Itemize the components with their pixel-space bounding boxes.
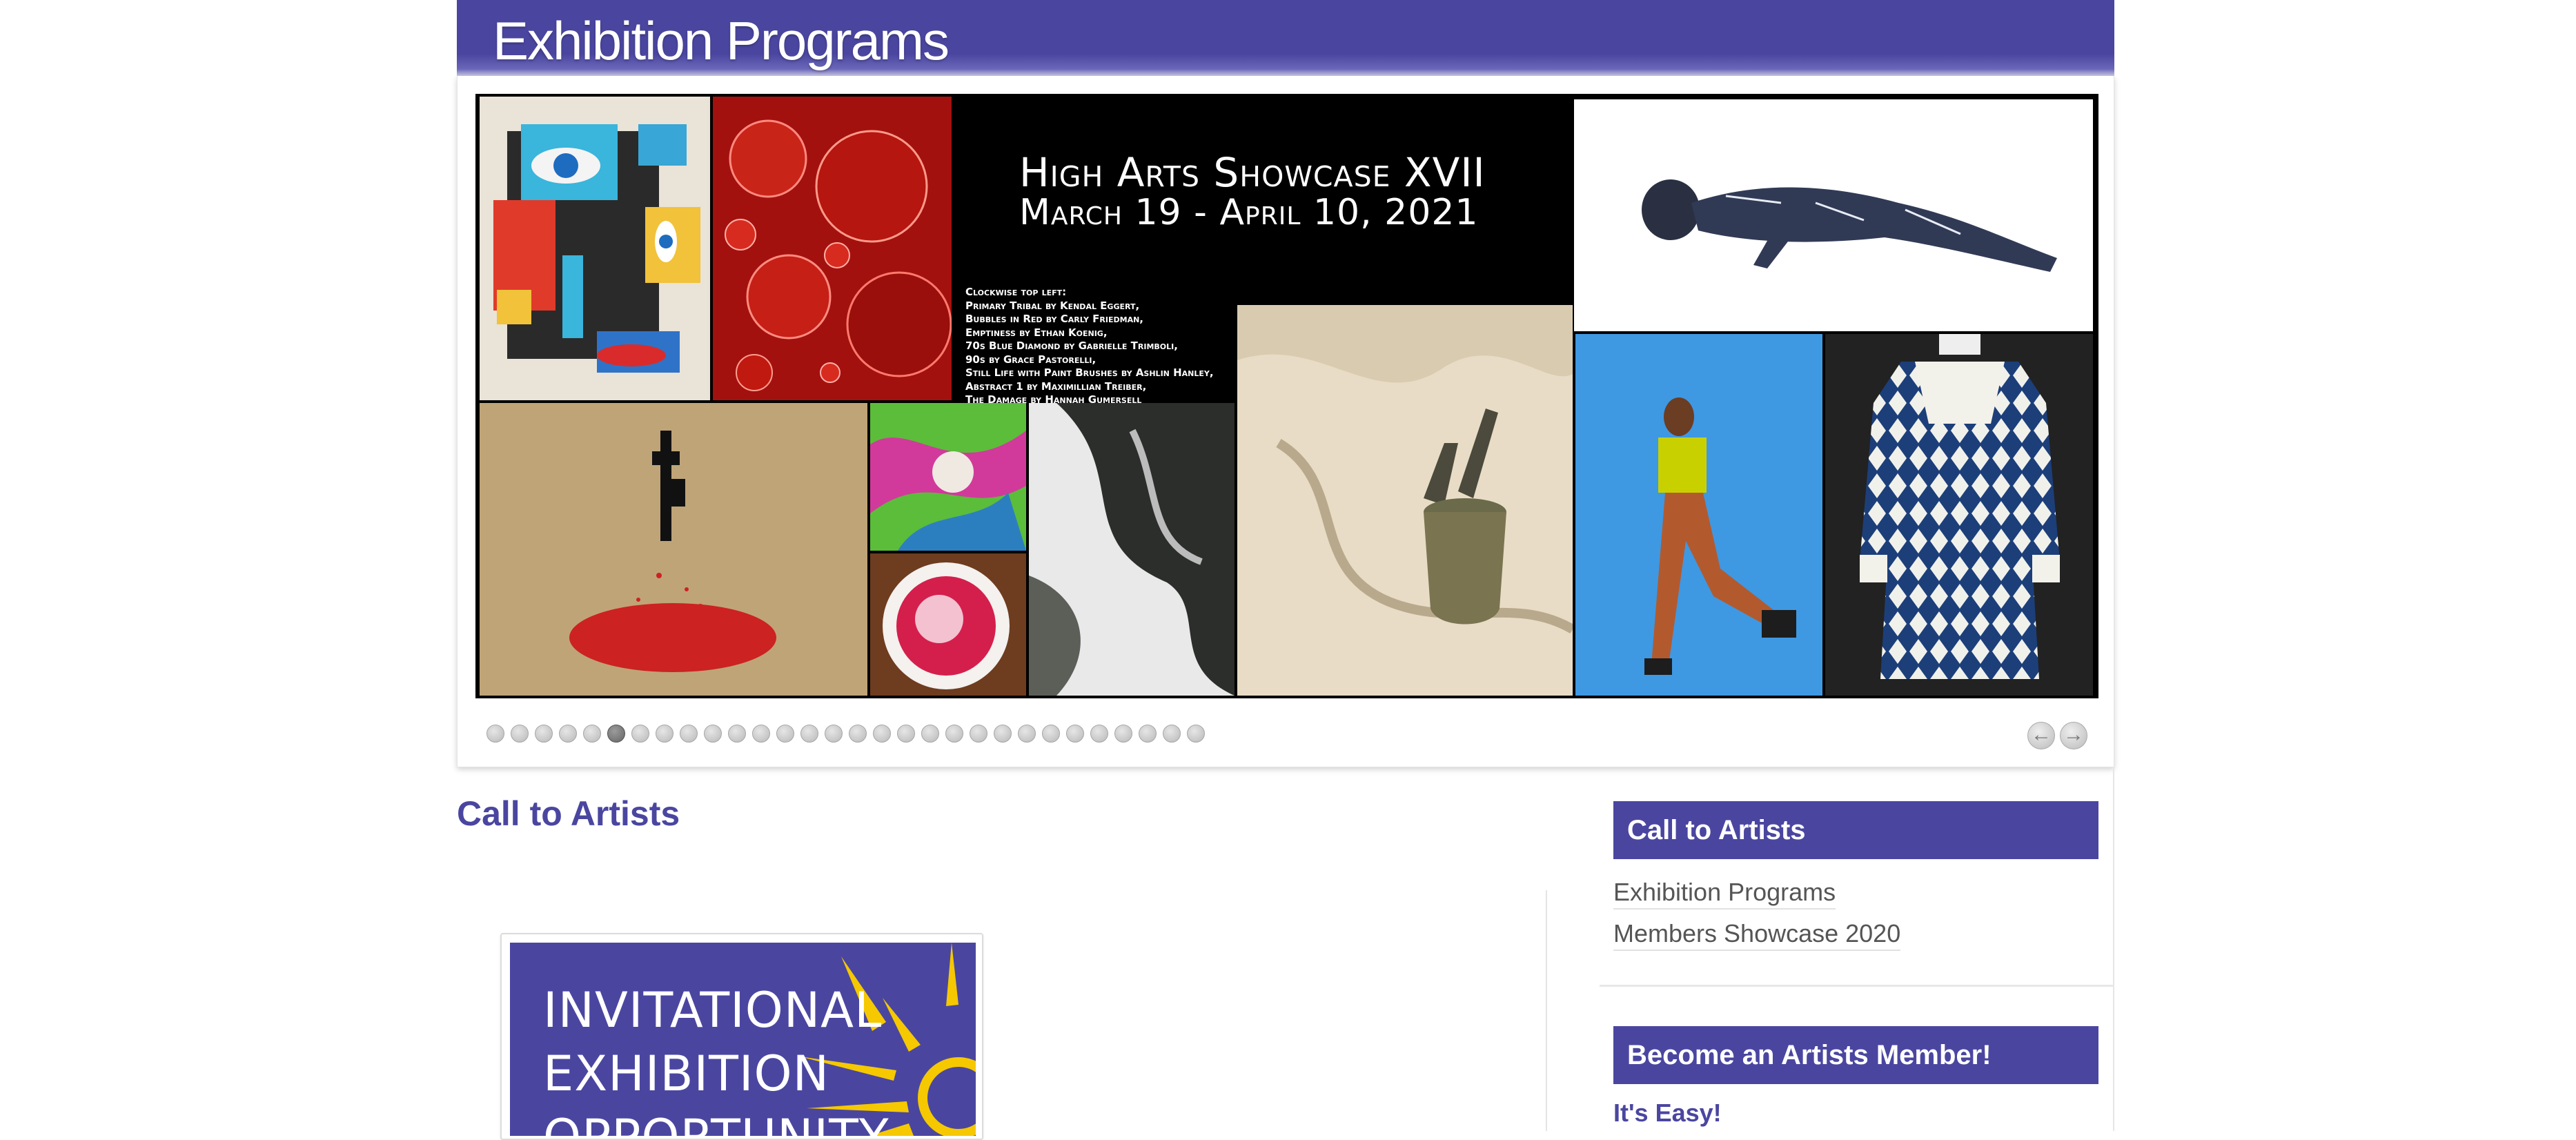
slide-dot[interactable] [1066, 725, 1084, 743]
artwork-90s [870, 553, 1026, 696]
artwork-70s-blue-diamond [1825, 334, 2093, 696]
artwork-bubbles-in-red [713, 97, 952, 400]
artwork-the-damage [480, 403, 867, 696]
content-border [2113, 767, 2114, 1131]
slide-dot[interactable] [970, 725, 987, 743]
artwork-credits: Clockwise top left: Primary Tribal by Ke… [965, 286, 1214, 404]
credit-line: Clockwise top left: [965, 286, 1067, 298]
section-title: Call to Artists [457, 794, 680, 833]
credit-line: Bubbles in Red by Carly Friedman, [965, 313, 1144, 325]
slide-dot[interactable] [1018, 725, 1036, 743]
prev-slide-button[interactable]: ← [2027, 722, 2055, 749]
slide-dot[interactable] [680, 725, 698, 743]
page: Exhibition Programs High Arts Showcase X… [457, 0, 2114, 1140]
slide-dot[interactable] [825, 725, 843, 743]
slide-dot[interactable] [921, 725, 939, 743]
next-slide-button[interactable]: → [2060, 722, 2087, 749]
credit-line: 70s Blue Diamond by Gabrielle Trimboli, [965, 340, 1178, 352]
slide-dot[interactable] [1139, 725, 1157, 743]
slide-dot[interactable] [704, 725, 722, 743]
sidebar-heading-call-to-artists: Call to Artists [1613, 801, 2098, 859]
slide-dot[interactable] [511, 725, 529, 743]
slide-image[interactable]: High Arts Showcase XVII March 19 - April… [475, 94, 2098, 698]
slide-dot[interactable] [728, 725, 746, 743]
slide-dot[interactable] [486, 725, 504, 743]
poster-title: High Arts Showcase XVII [1019, 149, 1486, 196]
sidebar-heading-become-member: Become an Artists Member! [1613, 1026, 2098, 1084]
invitational-card[interactable]: INVITATIONAL EXHIBITION OPPORTUNITY [500, 933, 983, 1140]
slide-dot[interactable] [1114, 725, 1132, 743]
slide-dot[interactable] [849, 725, 867, 743]
slide-dot[interactable] [945, 725, 963, 743]
credit-line: Abstract 1 by Maximillian Treiber, [965, 380, 1147, 393]
slide-dot[interactable] [994, 725, 1012, 743]
slide-dot[interactable] [656, 725, 674, 743]
slide-pagination[interactable] [486, 725, 1205, 745]
credit-line: 90s by Grace Pastorelli, [965, 353, 1097, 366]
slide-dot[interactable] [897, 725, 915, 743]
slide-dot[interactable] [559, 725, 577, 743]
artwork-abstract [870, 403, 1026, 551]
column-divider [1546, 890, 1547, 1131]
artwork-still-life-with-paint-brushes [1237, 305, 1573, 696]
slide-dot[interactable] [583, 725, 601, 743]
sidebar-divider [1600, 985, 2113, 987]
page-banner: Exhibition Programs [457, 0, 2114, 76]
artwork-marble [1029, 403, 1235, 696]
slide-dot-active[interactable] [607, 725, 625, 743]
slide-dot[interactable] [752, 725, 770, 743]
slide-dot[interactable] [535, 725, 553, 743]
invitational-image[interactable]: INVITATIONAL EXHIBITION OPPORTUNITY [510, 943, 976, 1136]
poster-dates: March 19 - April 10, 2021 [1019, 192, 1479, 233]
arrow-right-icon: → [2063, 723, 2084, 746]
slide-dot[interactable] [1042, 725, 1060, 743]
sidebar-link-members-showcase[interactable]: Members Showcase 2020 [1613, 919, 1901, 951]
artwork-primary-tribal [480, 97, 710, 400]
page-title: Exhibition Programs [493, 10, 950, 71]
credit-line: Emptiness by Ethan Koenig, [965, 326, 1108, 339]
artwork-fashion-photo [1575, 334, 1822, 696]
its-easy-label: It's Easy! [1613, 1099, 1722, 1127]
slide-dot[interactable] [631, 725, 649, 743]
invitational-text: INVITATIONAL EXHIBITION OPPORTUNITY [543, 982, 889, 1136]
slide-dot[interactable] [1163, 725, 1181, 743]
slide-dot[interactable] [800, 725, 818, 743]
slideshow: High Arts Showcase XVII March 19 - April… [457, 76, 2114, 767]
arrow-left-icon: ← [2031, 723, 2052, 746]
sidebar-link-exhibition-programs[interactable]: Exhibition Programs [1613, 878, 1836, 910]
slide-dot[interactable] [776, 725, 794, 743]
slide-dot[interactable] [1090, 725, 1108, 743]
slide-dot[interactable] [1187, 725, 1205, 743]
credit-line: Primary Tribal by Kendal Eggert, [965, 299, 1140, 312]
slide-dot[interactable] [873, 725, 891, 743]
artwork-emptiness [1574, 99, 2093, 331]
credit-line: Still Life with Paint Brushes by Ashlin … [965, 366, 1214, 379]
